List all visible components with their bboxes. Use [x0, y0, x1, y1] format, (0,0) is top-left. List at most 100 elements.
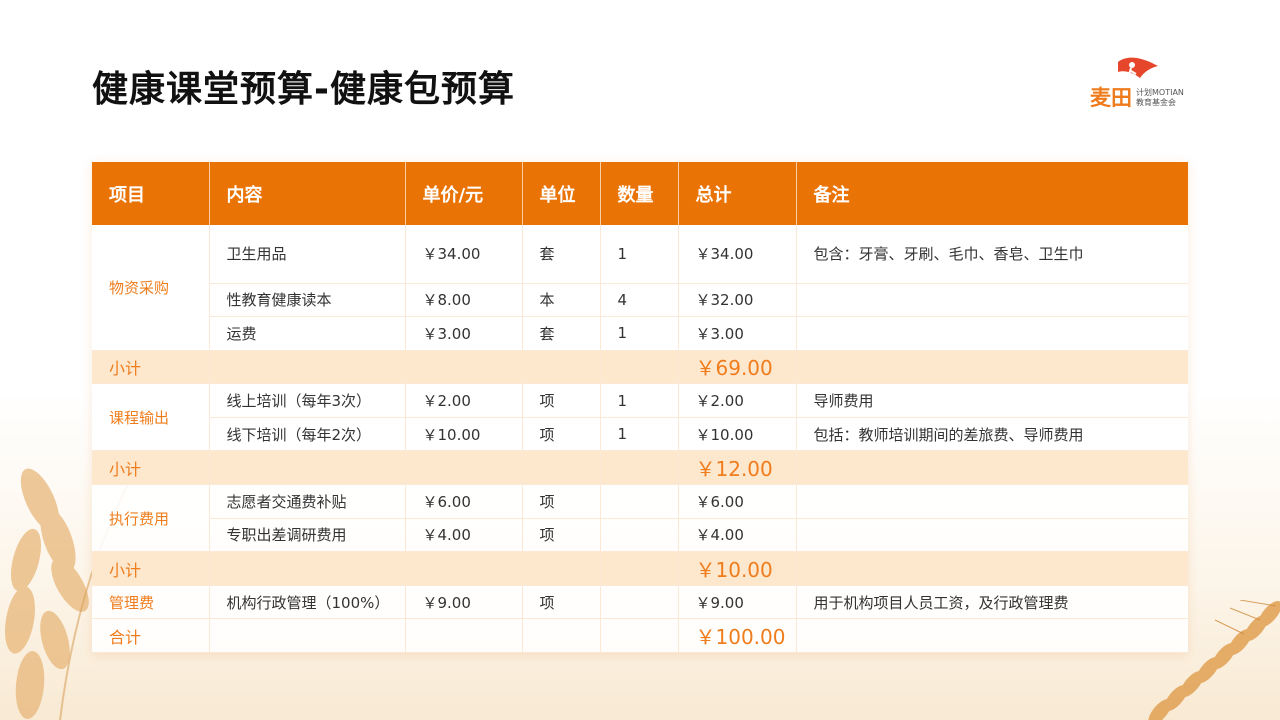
empty-cell — [600, 350, 679, 385]
price-cell: ￥8.00 — [405, 283, 523, 318]
empty-cell — [405, 350, 523, 385]
subtotal-label: 小计 — [92, 350, 210, 385]
subtotal-row: 小计 ￥69.00 — [92, 350, 1188, 385]
qty-cell: 1 — [600, 316, 679, 351]
unit-cell: 套 — [522, 225, 601, 284]
subtotal-amount: ￥69.00 — [678, 350, 797, 385]
unit-cell: 本 — [522, 283, 601, 318]
qty-cell: 1 — [600, 383, 679, 418]
column-header: 数量 — [600, 162, 679, 225]
grand-total-amount: ￥100.00 — [678, 618, 797, 654]
total-cell: ￥34.00 — [678, 225, 797, 284]
unit-cell: 套 — [522, 316, 601, 351]
total-cell: ￥9.00 — [678, 585, 797, 620]
column-header: 单位 — [522, 162, 601, 225]
table-row: 执行费用 志愿者交通费补贴 ￥6.00 项 ￥6.00 — [92, 484, 1188, 553]
table-row: 线下培训（每年2次） ￥10.00 项 1 ￥10.00 包括：教师培训期间的差… — [92, 417, 1188, 452]
subtotal-row: 小计 ￥10.00 — [92, 551, 1188, 586]
content-cell: 线下培训（每年2次） — [209, 417, 406, 452]
total-cell: ￥32.00 — [678, 283, 797, 318]
price-cell: ￥6.00 — [405, 484, 523, 519]
content-cell: 专职出差调研费用 — [209, 518, 406, 553]
empty-cell — [405, 618, 523, 654]
unit-cell: 项 — [522, 585, 601, 620]
empty-cell — [796, 618, 1188, 654]
note-cell: 用于机构项目人员工资，及行政管理费 — [796, 585, 1188, 620]
note-cell — [796, 518, 1188, 553]
content-cell: 卫生用品 — [209, 225, 406, 284]
subtotal-row: 小计 ￥12.00 — [92, 450, 1188, 486]
unit-cell: 项 — [522, 383, 601, 418]
content-cell: 性教育健康读本 — [209, 283, 406, 318]
unit-cell: 项 — [522, 417, 601, 452]
table-header-row: 项目 内容 单价/元 单位 数量 总计 备注 — [92, 162, 1188, 225]
table-row: 运费 ￥3.00 套 1 ￥3.00 — [92, 316, 1188, 351]
qty-cell: 4 — [600, 283, 679, 318]
qty-cell — [600, 518, 679, 553]
table-row: 物资采购 卫生用品 ￥34.00 套 1 ￥34.00 包含：牙膏、牙刷、毛巾、… — [92, 225, 1188, 351]
grand-total-label: 合计 — [92, 618, 210, 654]
column-header: 项目 — [92, 162, 210, 225]
grand-total-row: 合计 ￥100.00 — [92, 618, 1188, 654]
category-cell: 课程输出 — [92, 383, 210, 452]
page-title: 健康课堂预算-健康包预算 — [92, 69, 515, 110]
table-row: 专职出差调研费用 ￥4.00 项 ￥4.00 — [92, 518, 1188, 553]
category-cell: 物资采购 — [92, 225, 210, 351]
budget-table: 项目 内容 单价/元 单位 数量 总计 备注 物资采购 卫生用品 ￥34.00 … — [92, 162, 1188, 654]
empty-cell — [522, 551, 601, 586]
table-row: 课程输出 线上培训（每年3次） ￥2.00 项 1 ￥2.00 导师费用 — [92, 383, 1188, 452]
empty-cell — [209, 350, 406, 385]
content-cell: 线上培训（每年3次） — [209, 383, 406, 418]
subtotal-label: 小计 — [92, 450, 210, 486]
price-cell: ￥4.00 — [405, 518, 523, 553]
note-cell — [796, 484, 1188, 519]
note-cell — [796, 316, 1188, 351]
price-cell: ￥2.00 — [405, 383, 523, 418]
empty-cell — [600, 618, 679, 654]
column-header: 内容 — [209, 162, 406, 225]
total-cell: ￥10.00 — [678, 417, 797, 452]
logo-text: 麦田 — [1090, 86, 1132, 110]
logo: 麦田 计划MOTIAN 教育基金会 — [1090, 56, 1200, 112]
subtotal-amount: ￥10.00 — [678, 551, 797, 586]
empty-cell — [796, 450, 1188, 486]
table-row: 性教育健康读本 ￥8.00 本 4 ￥32.00 — [92, 283, 1188, 318]
content-cell: 志愿者交通费补贴 — [209, 484, 406, 519]
empty-cell — [209, 450, 406, 486]
unit-cell: 项 — [522, 484, 601, 519]
price-cell: ￥3.00 — [405, 316, 523, 351]
column-header: 备注 — [796, 162, 1188, 225]
empty-cell — [209, 551, 406, 586]
empty-cell — [522, 450, 601, 486]
total-cell: ￥3.00 — [678, 316, 797, 351]
logo-subtitle-2: 教育基金会 — [1136, 98, 1176, 107]
empty-cell — [600, 450, 679, 486]
note-cell — [796, 283, 1188, 318]
subtotal-amount: ￥12.00 — [678, 450, 797, 486]
unit-cell: 项 — [522, 518, 601, 553]
column-header: 单价/元 — [405, 162, 523, 225]
empty-cell — [600, 551, 679, 586]
content-cell: 运费 — [209, 316, 406, 351]
empty-cell — [522, 350, 601, 385]
qty-cell — [600, 585, 679, 620]
empty-cell — [796, 350, 1188, 385]
total-cell: ￥2.00 — [678, 383, 797, 418]
content-cell: 机构行政管理（100%） — [209, 585, 406, 620]
empty-cell — [522, 618, 601, 654]
price-cell: ￥9.00 — [405, 585, 523, 620]
table-row: 管理费 机构行政管理（100%） ￥9.00 项 ￥9.00 用于机构项目人员工… — [92, 585, 1188, 620]
price-cell: ￥10.00 — [405, 417, 523, 452]
note-cell: 包括：教师培训期间的差旅费、导师费用 — [796, 417, 1188, 452]
subtotal-label: 小计 — [92, 551, 210, 586]
empty-cell — [796, 551, 1188, 586]
qty-cell: 1 — [600, 417, 679, 452]
qty-cell — [600, 484, 679, 519]
category-cell: 执行费用 — [92, 484, 210, 553]
qty-cell: 1 — [600, 225, 679, 284]
category-cell: 管理费 — [92, 585, 210, 620]
total-cell: ￥4.00 — [678, 518, 797, 553]
note-cell: 导师费用 — [796, 383, 1188, 418]
note-cell: 包含：牙膏、牙刷、毛巾、香皂、卫生巾 — [796, 225, 1188, 284]
empty-cell — [405, 450, 523, 486]
